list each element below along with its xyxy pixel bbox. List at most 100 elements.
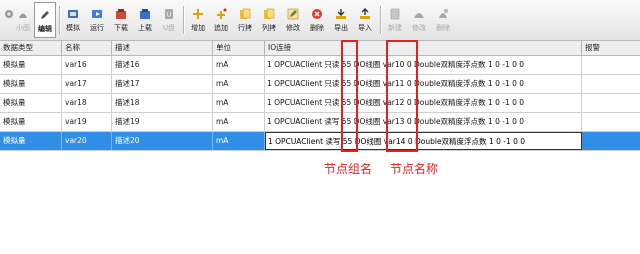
toolbar: 小图 编辑 模拟 运行 下载 上载 U U盘 增加 追加 行拷 列拷 修改 删除… xyxy=(0,0,640,41)
new-icon xyxy=(388,7,402,21)
cell-name: var19 xyxy=(62,113,112,131)
cell-unit: mA xyxy=(213,113,265,131)
highlight-box-node-group xyxy=(341,40,358,152)
append-icon xyxy=(214,7,228,21)
cell-type: 模拟量 xyxy=(0,132,62,150)
cell-type: 模拟量 xyxy=(0,113,62,131)
cell-type: 模拟量 xyxy=(0,94,62,112)
cell-unit: mA xyxy=(213,132,265,150)
annotation-node-group: 节点组名 xyxy=(324,162,373,176)
toolbar-button-label: 导出 xyxy=(334,24,348,32)
toolbar-button-import[interactable]: 导入 xyxy=(354,2,376,38)
cell-alarm xyxy=(582,132,640,150)
toolbar-button-edit[interactable]: 编辑 xyxy=(34,2,56,38)
add-icon xyxy=(191,7,205,21)
column-header-unit[interactable]: 单位 xyxy=(213,41,265,55)
cell-type: 模拟量 xyxy=(0,56,62,74)
toolbar-button-label: 导入 xyxy=(358,24,372,32)
table-row[interactable]: 模拟量 var17 描述17 mA 1 OPCUAClient 只读 55 DO… xyxy=(0,75,640,94)
table-row[interactable]: 模拟量 var18 描述18 mA 1 OPCUAClient 只读 55 DO… xyxy=(0,94,640,113)
cell-io-link[interactable]: 1 OPCUAClient 读写 55 DO线圈 var13 0 Double双… xyxy=(265,113,582,131)
svg-text:U: U xyxy=(167,12,171,19)
toolbar-button-export[interactable]: 导出 xyxy=(330,2,352,38)
table-row[interactable]: 模拟量 var16 描述16 mA 1 OPCUAClient 只读 55 DO… xyxy=(0,56,640,75)
toolbar-separator xyxy=(380,6,381,34)
cell-name: var18 xyxy=(62,94,112,112)
toolbar-button-label: 修改 xyxy=(286,24,300,32)
cell-unit: mA xyxy=(213,56,265,74)
toolbar-button-label: U盘 xyxy=(162,24,176,32)
run-icon xyxy=(90,7,104,21)
toolbar-button-modify[interactable]: 修改 xyxy=(408,2,430,38)
cell-name: var20 xyxy=(62,132,112,150)
cell-type: 模拟量 xyxy=(0,75,62,93)
toolbar-button-label: 删除 xyxy=(310,24,324,32)
toolbar-button-append[interactable]: 追加 xyxy=(210,2,232,38)
cell-unit: mA xyxy=(213,75,265,93)
toolbar-button-label: 新建 xyxy=(388,24,402,32)
toolbar-separator xyxy=(59,6,60,34)
column-header-alarm[interactable]: 报警 xyxy=(582,41,640,55)
toolbar-button-delete[interactable]: 删除 xyxy=(306,2,328,38)
cell-description: 描述17 xyxy=(112,75,213,93)
remove-icon xyxy=(436,7,450,21)
toolbar-button-download[interactable]: 下载 xyxy=(110,2,132,38)
column-header-io-link[interactable]: IO连接 xyxy=(265,41,582,55)
table-row-selected[interactable]: 模拟量 var20 描述20 mA 1 OPCUAClient 读写 55 DO… xyxy=(0,132,640,151)
cell-description: 描述16 xyxy=(112,56,213,74)
toolbar-button-label: 追加 xyxy=(214,24,228,32)
toolbar-button-remove[interactable]: 删除 xyxy=(432,2,454,38)
toolbar-button-label: 增加 xyxy=(191,24,205,32)
column-header-description[interactable]: 描述 xyxy=(112,41,213,55)
cell-io-link[interactable]: 1 OPCUAClient 只读 55 DO线圈 var10 0 Double双… xyxy=(265,56,582,74)
column-copy-icon xyxy=(262,7,276,21)
toolbar-button-small-icons[interactable]: 小图 xyxy=(14,2,32,38)
toolbar-button-edit-row[interactable]: 修改 xyxy=(282,2,304,38)
toolbar-button-label: 上载 xyxy=(138,24,152,32)
toolbar-button-label: 行拷 xyxy=(238,24,252,32)
toolbar-button-usb[interactable]: U U盘 xyxy=(158,2,180,38)
toolbar-button-label: 下载 xyxy=(114,24,128,32)
annotation-node-name: 节点名称 xyxy=(390,162,439,176)
toolbar-button-label: 模拟 xyxy=(66,24,80,32)
usb-icon: U xyxy=(162,7,176,21)
cell-description: 描述18 xyxy=(112,94,213,112)
small-icons-icon xyxy=(16,7,30,21)
toolbar-button-label: 编辑 xyxy=(38,25,52,33)
row-copy-icon xyxy=(238,7,252,21)
modify-icon xyxy=(412,7,426,21)
toolbar-button-label: 删除 xyxy=(436,24,450,32)
toolbar-button-run[interactable]: 运行 xyxy=(86,2,108,38)
table-row[interactable]: 模拟量 var19 描述19 mA 1 OPCUAClient 读写 55 DO… xyxy=(0,113,640,132)
highlight-box-node-name xyxy=(386,40,418,152)
variable-table: 数据类型 名称 描述 单位 IO连接 报警 模拟量 var16 描述16 mA … xyxy=(0,41,640,254)
table-header: 数据类型 名称 描述 单位 IO连接 报警 xyxy=(0,41,640,56)
download-icon xyxy=(114,7,128,21)
cell-description: 描述19 xyxy=(112,113,213,131)
toolbar-button-row-copy[interactable]: 行拷 xyxy=(234,2,256,38)
cell-io-link[interactable]: 1 OPCUAClient 只读 55 DO线圈 var11 0 Double双… xyxy=(265,75,582,93)
toolbar-separator xyxy=(183,6,184,34)
cell-io-link-editor[interactable]: 1 OPCUAClient 读写 55 DO线圈 var14 0 Double双… xyxy=(265,132,582,150)
toolbar-button-label: 修改 xyxy=(412,24,426,32)
import-icon xyxy=(358,7,372,21)
column-header-name[interactable]: 名称 xyxy=(62,41,112,55)
cell-alarm xyxy=(582,113,640,131)
toolbar-button-add[interactable]: 增加 xyxy=(187,2,209,38)
cell-name: var16 xyxy=(62,56,112,74)
toolbar-button-label: 列拷 xyxy=(262,24,276,32)
cell-io-link[interactable]: 1 OPCUAClient 只读 55 DO线圈 var12 0 Double双… xyxy=(265,94,582,112)
upload-icon xyxy=(138,7,152,21)
toolbar-button-column-copy[interactable]: 列拷 xyxy=(258,2,280,38)
edit-icon xyxy=(286,7,300,21)
toolbar-button-new[interactable]: 新建 xyxy=(384,2,406,38)
toolbar-button-simulate[interactable]: 模拟 xyxy=(62,2,84,38)
column-header-type[interactable]: 数据类型 xyxy=(0,41,62,55)
toolbar-button-upload[interactable]: 上载 xyxy=(134,2,156,38)
cell-alarm xyxy=(582,94,640,112)
simulate-icon xyxy=(66,7,80,21)
cell-alarm xyxy=(582,56,640,74)
pencil-icon xyxy=(38,8,52,22)
toolbar-button-label: 运行 xyxy=(90,24,104,32)
cell-alarm xyxy=(582,75,640,93)
